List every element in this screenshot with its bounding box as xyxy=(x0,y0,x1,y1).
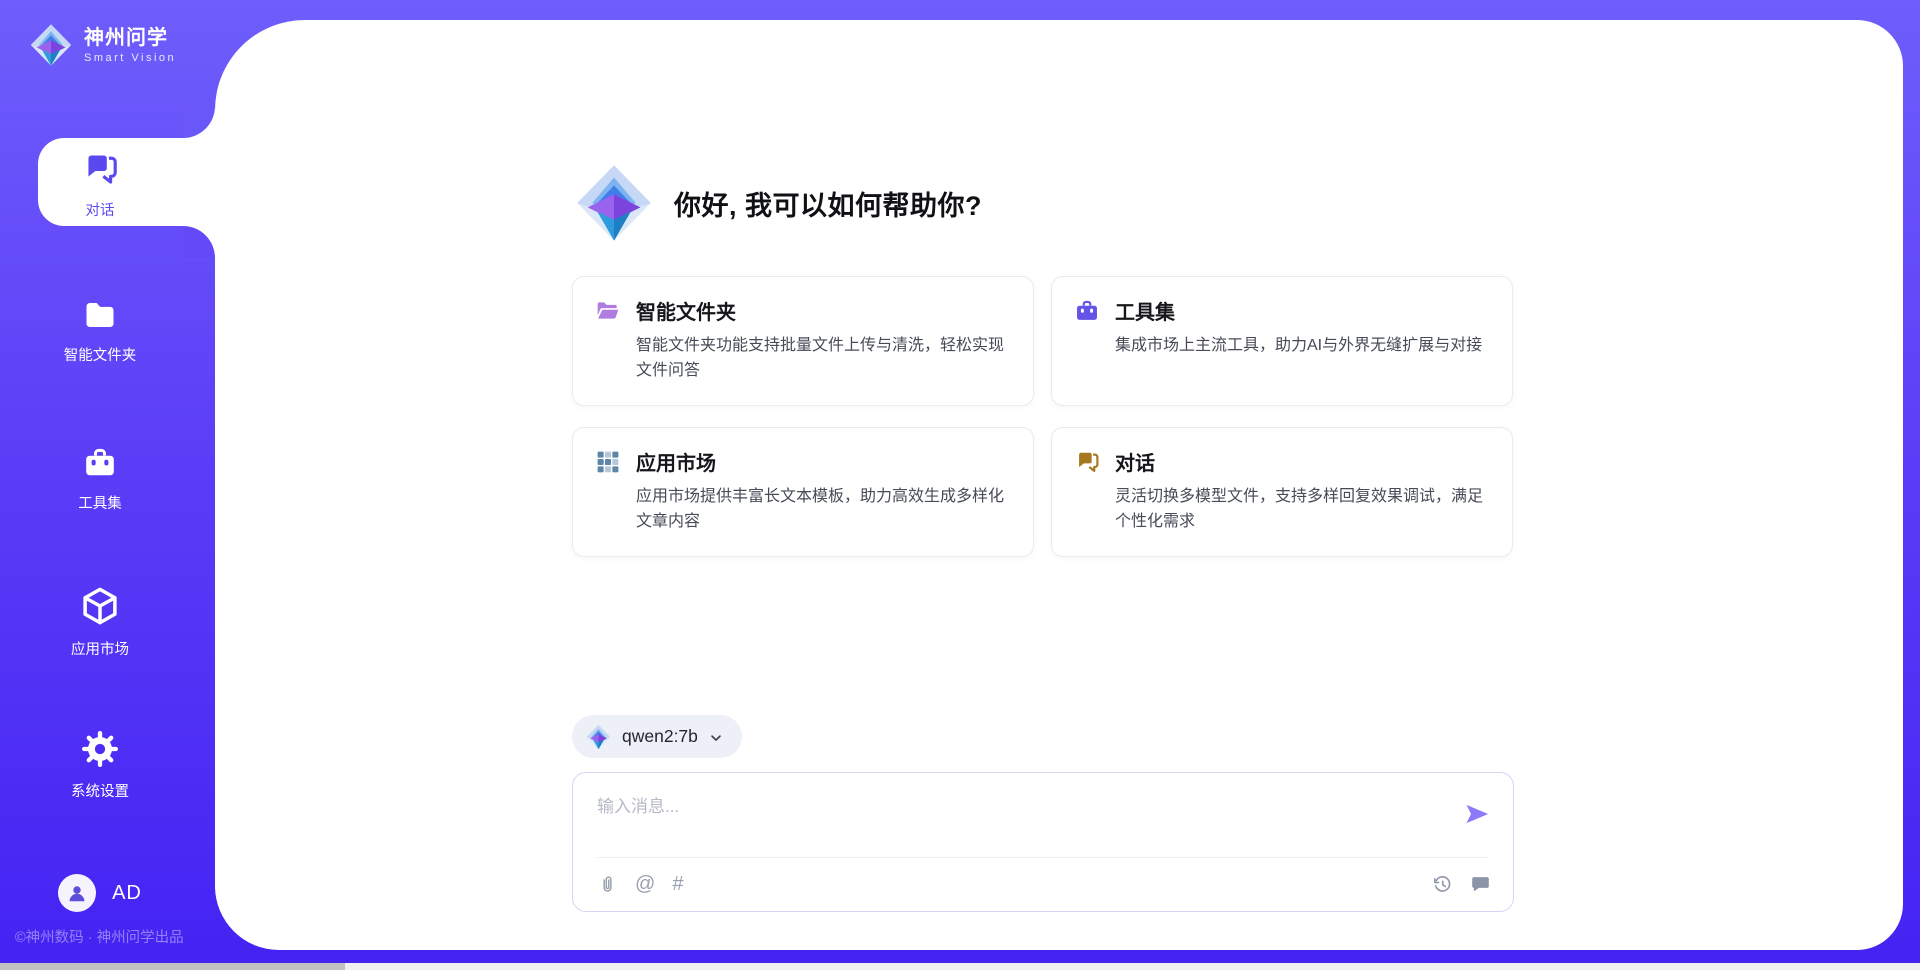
sidebar-item-chat[interactable]: 对话 xyxy=(0,150,200,220)
sidebar-item-settings[interactable]: 系统设置 xyxy=(0,729,200,801)
paperclip-icon xyxy=(597,874,618,895)
composer-tools-left: @ # xyxy=(597,873,683,896)
sidebar-item-label: 系统设置 xyxy=(71,780,129,801)
card-head: 工具集 xyxy=(1074,296,1490,325)
card-description: 灵活切换多模型文件，支持多样回复效果调试，满足个性化需求 xyxy=(1115,485,1490,535)
card-head: 对话 xyxy=(1074,447,1490,476)
gear-icon xyxy=(80,729,120,769)
brand-title: 神州问学 xyxy=(84,27,176,50)
send-button[interactable] xyxy=(1463,800,1491,828)
composer-toolbar: @ # xyxy=(597,858,1491,911)
toolbox-icon xyxy=(82,445,118,481)
sidebar-item-toolset[interactable]: 工具集 xyxy=(0,445,200,513)
brand: 神州问学 Smart Vision xyxy=(28,20,176,70)
active-tab-curve-top xyxy=(183,106,215,138)
chevron-down-icon xyxy=(708,730,724,746)
history-icon xyxy=(1432,874,1453,895)
active-tab-curve-bottom xyxy=(183,226,215,258)
card-title: 应用市场 xyxy=(636,447,716,476)
grid-icon xyxy=(595,449,621,475)
card-app-market[interactable]: 应用市场 应用市场提供丰富长文本模板，助力高效生成多样化文章内容 xyxy=(572,427,1034,557)
hashtag-button[interactable]: # xyxy=(672,873,683,896)
user-profile[interactable]: AD xyxy=(0,874,200,912)
card-toolset[interactable]: 工具集 集成市场上主流工具，助力AI与外界无缝扩展与对接 xyxy=(1051,276,1513,406)
brand-diamond-logo-icon xyxy=(28,20,74,70)
chat-bubble-icon xyxy=(1470,874,1491,895)
card-head: 应用市场 xyxy=(595,447,1011,476)
composer-tools-right xyxy=(1432,874,1491,895)
message-input[interactable] xyxy=(573,773,1433,853)
hash-icon: # xyxy=(672,873,683,896)
sidebar-item-label: 应用市场 xyxy=(71,638,129,659)
horizontal-scrollbar[interactable] xyxy=(0,963,1920,970)
sidebar-item-label: 智能文件夹 xyxy=(64,344,137,365)
greeting-text: 你好, 我可以如何帮助你? xyxy=(674,184,982,223)
brand-subtitle: Smart Vision xyxy=(84,52,176,64)
at-sign-icon: @ xyxy=(635,873,655,896)
user-initials: AD xyxy=(112,882,142,905)
sidebar-footer-credit: ©神州数码 · 神州问学出品 xyxy=(15,926,184,947)
person-icon xyxy=(65,881,89,905)
greeting: 你好, 我可以如何帮助你? xyxy=(572,160,1516,246)
model-selector[interactable]: qwen2:7b xyxy=(572,715,742,758)
greeting-diamond-logo-icon xyxy=(572,160,656,246)
card-description: 应用市场提供丰富长文本模板，助力高效生成多样化文章内容 xyxy=(636,485,1011,535)
briefcase-icon xyxy=(1074,298,1100,324)
mention-button[interactable]: @ xyxy=(635,873,655,896)
card-title: 对话 xyxy=(1115,447,1155,476)
history-button[interactable] xyxy=(1432,874,1453,895)
cube-icon xyxy=(79,585,121,627)
sidebar-item-label: 对话 xyxy=(86,199,115,220)
sidebar-item-label: 工具集 xyxy=(78,492,122,513)
scrollbar-thumb[interactable] xyxy=(0,963,345,970)
card-description: 集成市场上主流工具，助力AI与外界无缝扩展与对接 xyxy=(1115,334,1490,359)
send-arrow-icon xyxy=(1463,800,1491,828)
folder-icon xyxy=(82,297,118,333)
main-content: 你好, 我可以如何帮助你? 智能文件夹 智能文件夹功能支持批量文件上传与清洗，轻… xyxy=(572,160,1516,912)
model-name: qwen2:7b xyxy=(622,726,698,747)
chat-icon xyxy=(1074,449,1100,475)
message-composer: @ # xyxy=(572,772,1514,912)
folder-open-icon xyxy=(595,298,621,324)
attach-file-button[interactable] xyxy=(597,874,618,895)
avatar xyxy=(58,874,96,912)
card-head: 智能文件夹 xyxy=(595,296,1011,325)
sidebar-item-smart-folder[interactable]: 智能文件夹 xyxy=(0,297,200,365)
diamond-logo-icon xyxy=(585,723,612,751)
card-description: 智能文件夹功能支持批量文件上传与清洗，轻松实现文件问答 xyxy=(636,334,1011,384)
card-title: 工具集 xyxy=(1115,296,1175,325)
sidebar-item-app-market[interactable]: 应用市场 xyxy=(0,585,200,659)
card-title: 智能文件夹 xyxy=(636,296,736,325)
quick-reply-button[interactable] xyxy=(1470,874,1491,895)
card-smart-folder[interactable]: 智能文件夹 智能文件夹功能支持批量文件上传与清洗，轻松实现文件问答 xyxy=(572,276,1034,406)
feature-cards: 智能文件夹 智能文件夹功能支持批量文件上传与清洗，轻松实现文件问答 工具集 集成… xyxy=(572,276,1516,557)
chat-icon xyxy=(81,150,119,188)
card-chat[interactable]: 对话 灵活切换多模型文件，支持多样回复效果调试，满足个性化需求 xyxy=(1051,427,1513,557)
